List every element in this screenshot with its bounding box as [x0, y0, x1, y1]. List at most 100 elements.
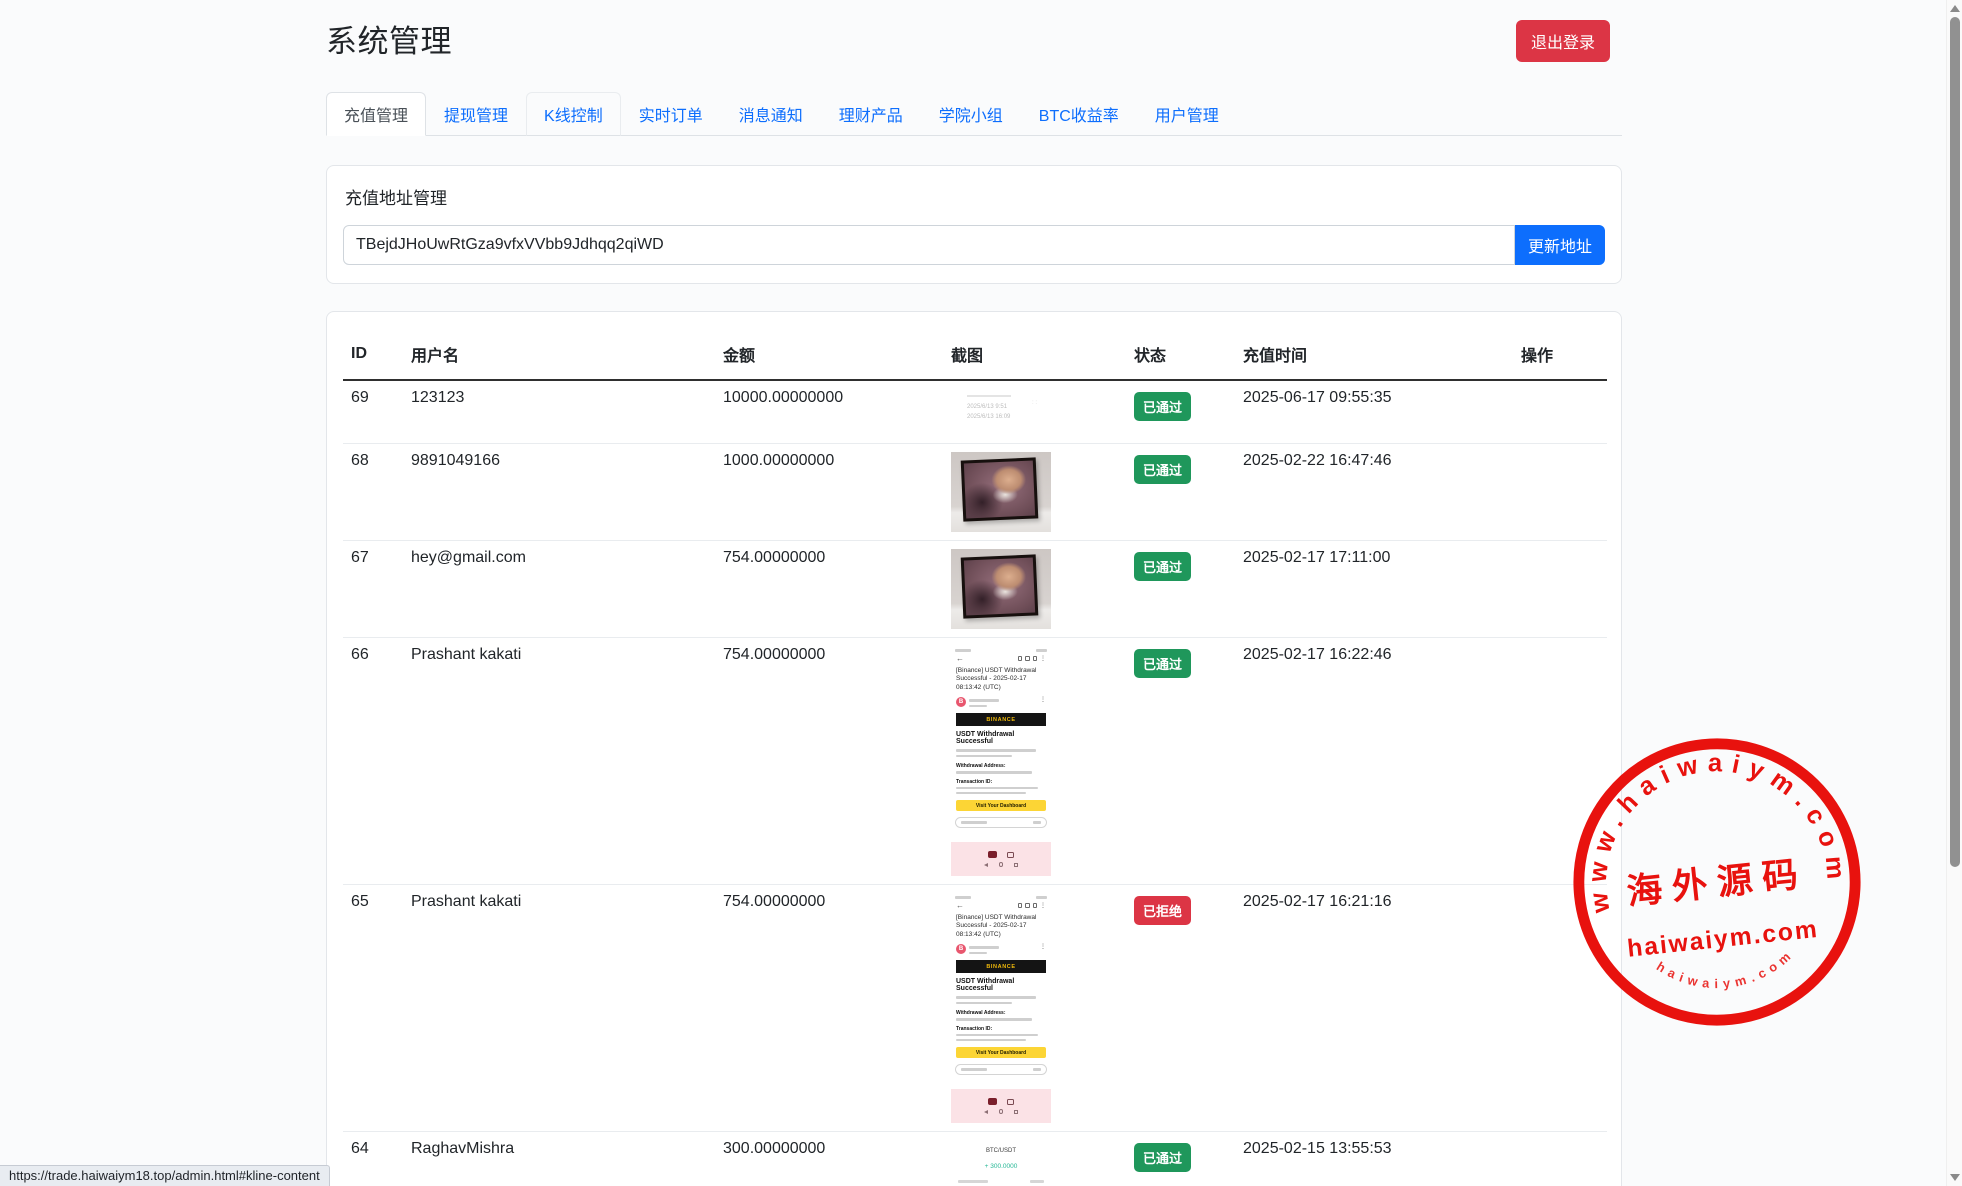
scroll-up-arrow-icon[interactable] [1950, 5, 1960, 12]
cell-id: 69 [343, 380, 403, 444]
tab-5[interactable]: 消息通知 [721, 92, 821, 136]
cell-screenshot: ← ⋮ [Binance] USDT Withdrawal Successful -… [943, 638, 1126, 885]
email-subject-text: [Binance] USDT Withdrawal Successful - 2… [951, 665, 1051, 695]
address-input-group: 更新地址 [343, 225, 1605, 265]
tab-3[interactable]: K线控制 [526, 92, 621, 136]
status-badge: 已通过 [1134, 455, 1191, 484]
withdrawal-address-label: Withdrawal Address: [951, 1006, 1051, 1017]
cell-id: 66 [343, 638, 403, 885]
painting-canvas [964, 461, 1035, 519]
column-header: ID [343, 328, 403, 380]
status-badge: 已通过 [1134, 392, 1191, 421]
painting-frame [961, 554, 1039, 618]
column-header: 充值时间 [1235, 328, 1513, 380]
kebab-menu-icon[interactable]: ⋮ [1040, 697, 1046, 703]
stamp-center-cn: 海外源码 [1625, 853, 1810, 912]
table-header-row: ID用户名金额截图状态充值时间操作 [343, 328, 1607, 380]
cell-actions [1513, 885, 1607, 1132]
visit-dashboard-button[interactable]: Visit Your Dashboard [956, 800, 1046, 811]
tab-2[interactable]: 提现管理 [426, 92, 526, 136]
screenshot-thumbnail[interactable]: ←⋮[Binance] USDT Withdrawal Successful -… [951, 893, 1051, 1123]
scroll-down-arrow-icon[interactable] [1950, 1174, 1960, 1181]
skeleton-text-line [969, 952, 987, 955]
cell-time: 2025-02-22 16:47:46 [1235, 444, 1513, 541]
status-badge: 已通过 [1134, 649, 1191, 678]
skeleton-text-line [1033, 821, 1041, 824]
reply-bar[interactable] [955, 1064, 1047, 1075]
column-header: 操作 [1513, 328, 1607, 380]
skeleton-text-line [956, 792, 1026, 795]
painting-canvas [964, 558, 1035, 616]
column-header: 状态 [1126, 328, 1235, 380]
cell-username: 9891049166 [403, 444, 715, 541]
phone-keyboard-area [951, 1089, 1051, 1123]
more-dots-icon: : : [1032, 399, 1037, 408]
delete-icon[interactable] [1025, 903, 1030, 908]
screenshot-thumbnail[interactable] [951, 549, 1051, 629]
cell-status: 已通过 [1126, 380, 1235, 444]
cell-status: 已通过 [1126, 638, 1235, 885]
withdrawal-address-label: Withdrawal Address: [951, 759, 1051, 770]
tab-8[interactable]: BTC收益率 [1021, 92, 1137, 136]
nav-back-icon[interactable] [984, 863, 988, 867]
cell-amount: 754.00000000 [715, 541, 943, 638]
nav-home-icon[interactable] [999, 862, 1004, 867]
cell-actions [1513, 638, 1607, 885]
transaction-id-label: Transaction ID: [951, 775, 1051, 786]
skeleton-text-line [969, 705, 987, 708]
scrollbar-thumb[interactable] [1950, 17, 1960, 867]
update-address-button[interactable]: 更新地址 [1515, 225, 1605, 265]
mail-icon[interactable] [1033, 903, 1038, 908]
scrollbar[interactable] [1946, 0, 1962, 1186]
phone-keyboard-area [951, 842, 1051, 876]
tab-bar: 充值管理提现管理K线控制实时订单消息通知理财产品学院小组BTC收益率用户管理 [326, 92, 1622, 136]
table-row: 6898910491661000.00000000已通过2025-02-22 1… [343, 444, 1607, 541]
receipt-timestamp-text: 2025/6/13 16:09 [967, 412, 1043, 422]
skeleton-text-line [967, 395, 1011, 397]
nav-back-icon[interactable] [984, 1110, 988, 1114]
recharge-records-card: ID用户名金额截图状态充值时间操作 6912312310000.00000000… [326, 311, 1622, 1186]
column-header: 金额 [715, 328, 943, 380]
visit-dashboard-button[interactable]: Visit Your Dashboard [956, 1047, 1046, 1058]
kebab-menu-icon[interactable]: ⋮ [1040, 944, 1046, 950]
binance-banner: BINANCE [956, 713, 1046, 726]
sender-avatar: B [956, 944, 966, 954]
skeleton-text-line [969, 699, 999, 702]
archive-icon[interactable] [1018, 903, 1023, 908]
email-toolbar: ←⋮ [951, 899, 1051, 912]
tab-9[interactable]: 用户管理 [1137, 92, 1237, 136]
screenshot-thumbnail[interactable] [951, 452, 1051, 532]
cell-screenshot: ←⋮[Binance] USDT Withdrawal Successful -… [943, 885, 1126, 1132]
skeleton-text-line [958, 1180, 988, 1183]
skeleton-text-line [1030, 1180, 1044, 1183]
kebab-menu-icon[interactable]: ⋮ [1040, 656, 1046, 662]
screenshot-thumbnail[interactable]: 2025/6/13 9:512025/6/13 16:09: : [951, 389, 1051, 435]
back-arrow-icon[interactable]: ← [956, 655, 964, 663]
table-row: 64RaghavMishra300.00000000BTC/USDT+ 300.… [343, 1132, 1607, 1186]
cell-status: 已拒绝 [1126, 885, 1235, 1132]
kebab-menu-icon[interactable]: ⋮ [1040, 903, 1046, 909]
delete-icon[interactable] [1025, 656, 1030, 661]
nav-recents-icon[interactable] [1014, 1110, 1018, 1114]
nav-home-icon[interactable] [999, 1109, 1004, 1114]
logout-button[interactable]: 退出登录 [1516, 20, 1610, 62]
cell-id: 67 [343, 541, 403, 638]
screenshot-thumbnail[interactable]: ← ⋮ [Binance] USDT Withdrawal Successful -… [951, 646, 1051, 876]
tab-1[interactable]: 充值管理 [326, 92, 426, 136]
mail-icon[interactable] [1033, 656, 1038, 661]
screenshot-thumbnail[interactable]: BTC/USDT+ 300.0000 [951, 1140, 1051, 1186]
archive-icon[interactable] [1018, 656, 1023, 661]
nav-recents-icon[interactable] [1014, 863, 1018, 867]
tab-4[interactable]: 实时订单 [621, 92, 721, 136]
tab-6[interactable]: 理财产品 [821, 92, 921, 136]
tab-7[interactable]: 学院小组 [921, 92, 1021, 136]
back-arrow-icon[interactable]: ← [956, 902, 964, 910]
column-header: 截图 [943, 328, 1126, 380]
cell-status: 已通过 [1126, 541, 1235, 638]
email-sender-row: B⋮ [951, 941, 1051, 957]
reply-bar[interactable] [955, 817, 1047, 828]
address-input[interactable] [343, 225, 1515, 265]
cell-actions [1513, 444, 1607, 541]
cell-amount: 10000.00000000 [715, 380, 943, 444]
status-badge: 已通过 [1134, 1143, 1191, 1172]
